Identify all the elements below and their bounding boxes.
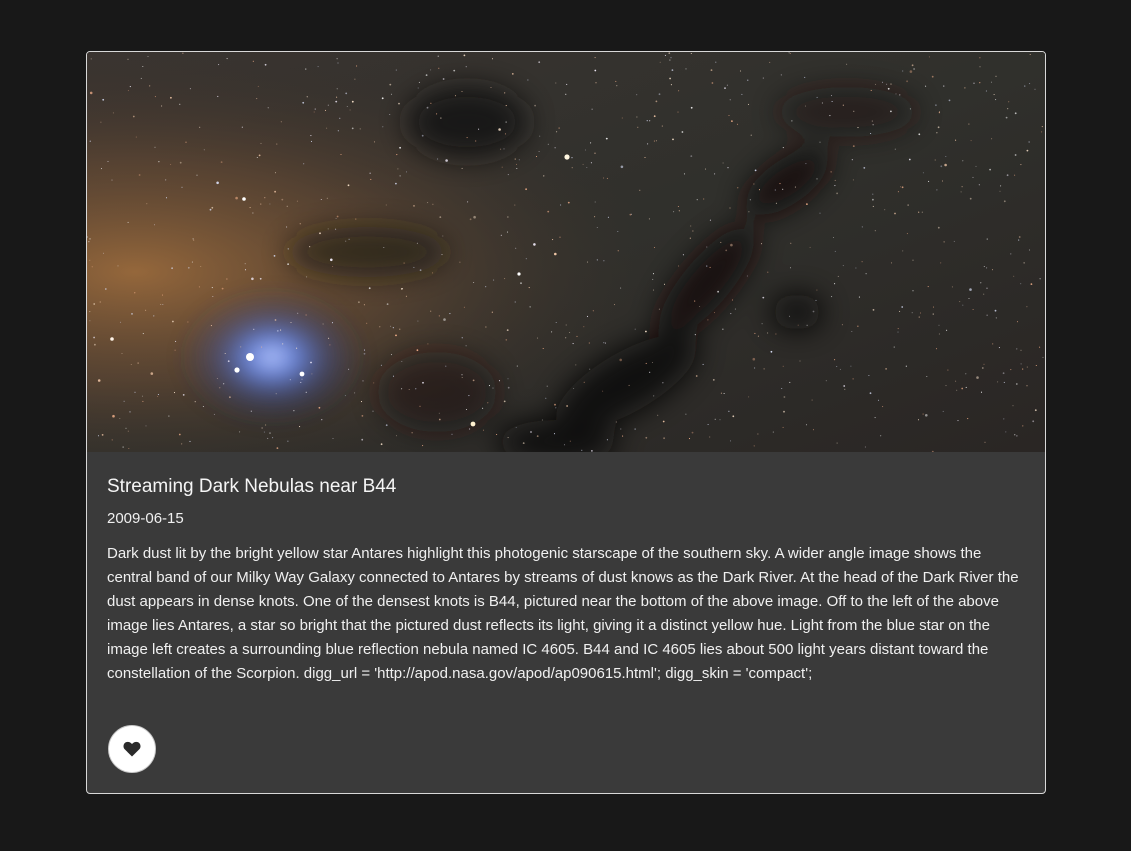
card-title: Streaming Dark Nebulas near B44 xyxy=(107,476,397,497)
card-description: Dark dust lit by the bright yellow star … xyxy=(107,545,1019,682)
nebula-image xyxy=(87,52,1045,452)
card-body: Streaming Dark Nebulas near B44 2009-06-… xyxy=(87,475,1045,686)
card-date: 2009-06-15 xyxy=(107,510,184,527)
heart-icon xyxy=(123,741,141,757)
like-button[interactable] xyxy=(108,725,156,773)
apod-card: Streaming Dark Nebulas near B44 2009-06-… xyxy=(86,51,1046,794)
